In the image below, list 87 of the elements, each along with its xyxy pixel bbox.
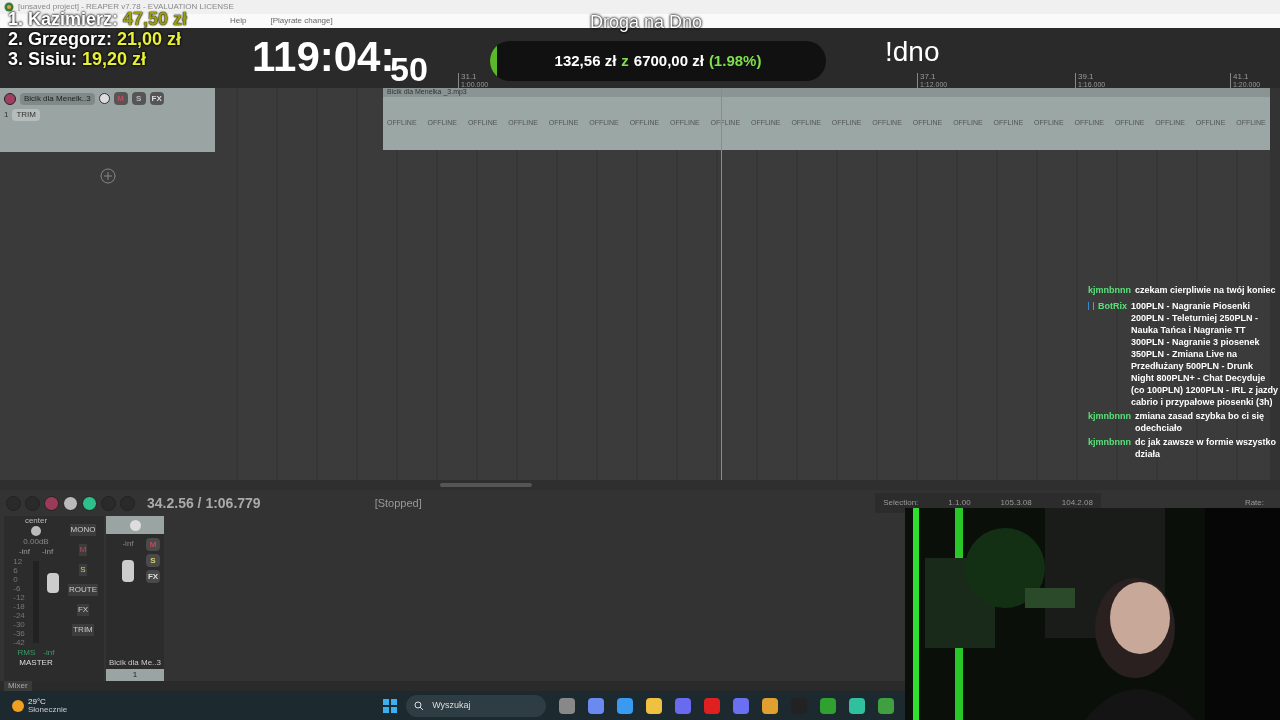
mixer-tab[interactable]: Mixer [4,681,32,691]
transport-button[interactable] [82,495,97,511]
goal-percent: (1.98%) [708,50,762,71]
chat-username: kjmnbnnn [1088,284,1131,297]
trim-button[interactable]: TRIM [72,624,94,636]
taskbar-app-icon[interactable] [820,697,837,714]
weather-sun-icon [12,699,24,712]
selection-label: Selection: [883,497,919,509]
search-icon [414,700,425,711]
taskbar-app-icon[interactable] [762,697,779,714]
leaderboard-entry: 2. Grzegorz: 21,00 zł [8,30,183,48]
trim-button[interactable]: TRIM [12,109,40,121]
meter-scale-label: -6 [13,584,22,593]
route-button[interactable]: ROUTE [68,584,98,596]
meter-scale-label: 6 [13,566,19,575]
leaderboard-entry: 3. Sisiu: 19,20 zł [8,50,148,68]
goal-separator: z [621,50,629,71]
goal-target: 6700,00 zł [633,50,704,71]
meter-scale-label: -36 [13,629,25,638]
meter-scale-label: -12 [13,593,25,602]
peak-readout: -inf [122,538,134,550]
volume-knob[interactable] [98,93,110,104]
chat-message: czekam cierpliwie na twój koniec [1135,284,1276,296]
pan-label: center [24,516,48,525]
solo-button[interactable]: S [146,554,160,567]
weather-text: Słonecznie [28,705,68,714]
fx-button[interactable]: FX [146,570,160,583]
ruler-bar-label: 41.1 [1233,73,1250,81]
track-name: Bicik dla Menelk..3 [20,92,95,105]
meter-scale-label: 12 [13,557,24,566]
peak-readout: -inf [42,547,54,556]
volume-fader[interactable] [46,573,59,593]
chat-message: dc jak zawsze w formie wszystko działa [1135,435,1278,460]
app-logo-icon [4,2,14,12]
menu-item[interactable]: Help [230,15,247,27]
meter-scale-label: -18 [13,602,25,611]
volume-fader[interactable] [122,560,134,582]
chat-message: 100PLN - Nagranie Piosenki 200PLN - Teleturniej 250PLN - Nauka Tańca i Nagranie TT 300PLN - Nagranie 3 piosenek 350PLN - Zmiana Live na Przedłużany 500PLN - Drunk Night 800PLN+ - Chat Decyduje (co 100PLN) 1200PLN - IRL z jazdy cabrio i przypałowe piosenki (3h) [1131,299,1278,408]
taskbar-app-icon[interactable] [617,697,634,714]
solo-button[interactable]: S [131,92,146,105]
stream-title: Droga na Dno [590,11,703,35]
fx-button[interactable]: FX [149,92,164,105]
volume-readout: 0.00dB [23,537,49,546]
meter-scale-label: -24 [13,611,25,620]
selection-value: 104.2.08 [1061,497,1093,509]
pan-knob[interactable] [31,526,41,536]
peak-readout: -inf [18,547,30,556]
strip-number: 1 [106,669,164,681]
search-field[interactable]: Wyszukaj [406,694,547,717]
chat-username: kjmnbnnn [1088,435,1131,449]
strip-name: Bicik dla Me..3 [108,657,162,669]
track-number: 1 [4,109,9,121]
ruler-bar-label: 39.1 [1078,73,1095,81]
chat-command: !dno [885,38,940,66]
horizontal-scrollbar[interactable] [440,483,532,487]
taskbar-app-icon[interactable] [878,697,895,714]
taskbar-app-icon[interactable] [588,697,605,714]
ruler-bar-label: 37.1 [920,73,937,81]
record-arm-button[interactable] [4,92,16,105]
play-status: [Stopped] [374,495,422,511]
add-track-icon[interactable] [99,168,116,184]
window-title: [unsaved project] - REAPER v7.78 - EVALUATION LICENSE [18,1,234,11]
rate-label: Rate: [1244,497,1264,509]
meter-scale-label: -42 [13,638,25,647]
selection-value: 105.3.08 [1000,497,1032,509]
leaderboard-entry: 1. Kazimierz: 47,50 zł [8,10,188,28]
rms-label: RMS [17,648,36,657]
menu-item[interactable]: [Playrate change] [270,15,333,27]
chat-username: BotRix [1098,299,1128,313]
taskbar-app-icon[interactable] [733,697,750,714]
solo-button[interactable]: S [79,564,87,576]
strip-name: MASTER [19,658,53,667]
start-icon[interactable] [382,697,399,714]
chat-username: kjmnbnnn [1088,409,1131,423]
rms-readout: -inf [43,648,55,657]
taskbar-app-icon[interactable] [559,697,576,714]
transport-button[interactable] [63,495,78,511]
goal-current: 132,56 zł [554,50,617,71]
selection-value: 1.1.00 [948,497,971,509]
ruler-bar-label: 31.1 [461,73,478,81]
taskbar-app-icon[interactable] [646,697,663,714]
position-display: 34.2.56 / 1:06.779 [147,493,261,513]
temperature: 29°C [28,697,47,706]
fx-button[interactable]: FX [76,604,90,616]
taskbar-app-icon[interactable] [849,697,866,714]
mono-button[interactable]: MONO [69,524,97,536]
meter-scale-label: -30 [13,620,25,629]
